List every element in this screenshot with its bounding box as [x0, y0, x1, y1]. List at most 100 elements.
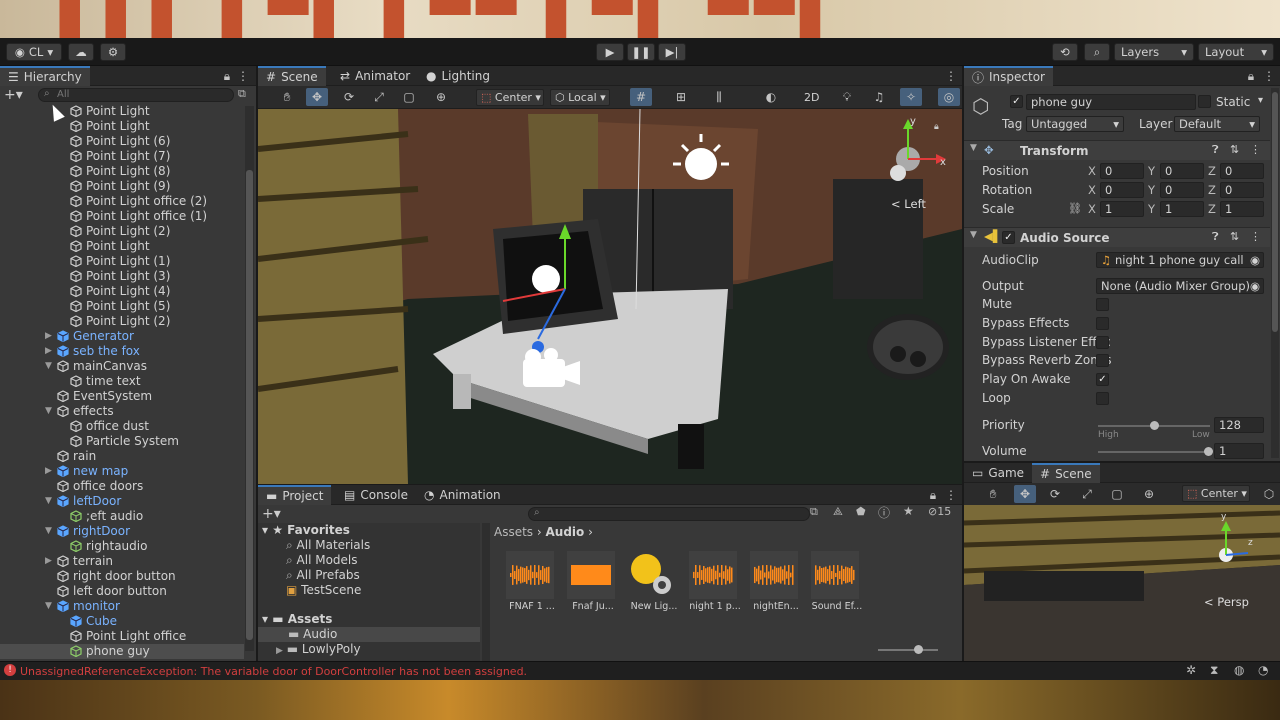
audio-enabled-checkbox[interactable]: ✓ — [1002, 231, 1015, 244]
hierarchy-item[interactable]: rightaudio — [0, 539, 244, 554]
asset-item[interactable]: night 1 p... — [685, 551, 743, 621]
tab-inspector[interactable]: ⓘ Inspector — [964, 66, 1053, 86]
transform-header[interactable]: ▼ ✥ Transform ❓︎ ⇅ ⋮ — [964, 140, 1270, 160]
hierarchy-item[interactable]: Point Light office (2) — [0, 194, 244, 209]
effects-toggle-icon[interactable]: ✧ — [900, 88, 922, 106]
grid-snap-icon[interactable]: # — [630, 88, 652, 106]
hierarchy-item[interactable]: Point Light (3) — [0, 269, 244, 284]
game-viewport[interactable]: y z — [964, 505, 1280, 661]
pause-button[interactable]: ❚❚ — [627, 43, 655, 61]
toggle-2d-button[interactable]: 2D — [804, 91, 819, 104]
favorite-item[interactable]: ⌕ All Materials — [286, 538, 370, 553]
inspector-scrollbar[interactable] — [1271, 88, 1279, 458]
tab-scene-secondary[interactable]: # Scene — [1032, 463, 1100, 483]
icon-size-slider[interactable] — [878, 645, 938, 654]
chevron-down-icon[interactable]: ▼ — [45, 524, 55, 539]
visibility-toggle-icon[interactable]: ◎ — [938, 88, 960, 106]
collab-button[interactable]: ⚙ — [100, 43, 126, 61]
tab-scene[interactable]: # Scene — [258, 66, 326, 86]
hierarchy-item[interactable]: rain — [0, 449, 244, 464]
tab-animator[interactable]: ⇄ Animator — [332, 66, 418, 86]
hierarchy-item[interactable]: Point Light — [0, 104, 244, 119]
toggle-checkbox[interactable] — [1096, 392, 1109, 405]
slider-thumb[interactable] — [1204, 447, 1213, 456]
gameobject-name-input[interactable]: phone guy — [1026, 94, 1196, 110]
asset-item[interactable]: nightEn... — [746, 551, 804, 621]
transform-y-field[interactable]: 0 — [1160, 182, 1204, 198]
toggle-checkbox[interactable] — [1096, 298, 1109, 311]
asset-item[interactable]: FNAF 1 ... — [502, 551, 560, 621]
folder-lowlypoly[interactable]: ▶ ▬ LowlyPoly — [258, 642, 480, 657]
pivot-center-dropdown[interactable]: ⬚ Center ▾ — [476, 89, 544, 106]
hierarchy-item[interactable]: ▶ seb the fox — [0, 344, 244, 359]
bug-icon[interactable]: ✲ — [1186, 663, 1196, 677]
breadcrumb-audio[interactable]: Audio — [546, 525, 585, 539]
transform-z-field[interactable]: 0 — [1220, 163, 1264, 179]
hierarchy-item[interactable]: ▼ leftDoor — [0, 494, 244, 509]
kebab-menu-icon[interactable]: ⋮ — [1250, 230, 1261, 243]
scene-viewport[interactable]: y x — [258, 109, 962, 484]
rotate-tool-icon[interactable]: ⟳ — [1044, 485, 1066, 503]
active-checkbox[interactable]: ✓ — [1010, 95, 1023, 108]
help-icon[interactable]: ❓︎ — [1212, 143, 1219, 157]
toggle-checkbox[interactable] — [1096, 354, 1109, 368]
notification-icon[interactable]: ◔ — [1258, 663, 1268, 677]
audio-toggle-icon[interactable]: ♫ — [868, 88, 890, 106]
tab-animation[interactable]: ◔ Animation — [416, 485, 509, 505]
layout-dropdown[interactable]: Layout ▾ — [1198, 43, 1274, 61]
add-object-button[interactable]: +▾ — [4, 87, 24, 103]
search-by-type-icon[interactable]: ⧉ — [810, 505, 818, 519]
hierarchy-item[interactable]: ▼ rightDoor — [0, 524, 244, 539]
space-local-dropdown[interactable]: ⬡ Local ▾ — [550, 89, 610, 106]
hierarchy-item[interactable]: office dust — [0, 419, 244, 434]
chevron-right-icon[interactable]: ▶ — [45, 464, 55, 479]
volume-slider[interactable] — [1098, 447, 1213, 456]
object-picker-icon[interactable]: ◉ — [1250, 253, 1260, 267]
create-asset-button[interactable]: +▾ — [262, 506, 281, 522]
favorite-item[interactable]: ⌕ All Prefabs — [286, 568, 360, 583]
lock-icon[interactable]: 🔒︎ — [926, 488, 940, 502]
search-by-label-icon[interactable]: ⟁ — [833, 505, 843, 519]
scene-options-icon[interactable]: ⧉ — [238, 87, 252, 101]
project-tree-scrollbar[interactable] — [482, 523, 490, 661]
hierarchy-item[interactable]: Point Light (1) — [0, 254, 244, 269]
hierarchy-item[interactable]: ▶ terrain — [0, 554, 244, 569]
hierarchy-item[interactable]: ▼ effects — [0, 404, 244, 419]
history-button[interactable]: ⟲ — [1052, 43, 1078, 61]
move-tool-icon[interactable]: ✥ — [1014, 485, 1036, 503]
priority-slider[interactable] — [1098, 421, 1210, 430]
tab-lighting[interactable]: ● Lighting — [418, 66, 498, 86]
hierarchy-item[interactable]: Point Light (6) — [0, 134, 244, 149]
chevron-right-icon[interactable]: ▶ — [45, 554, 55, 569]
kebab-menu-icon[interactable]: ⋮ — [1250, 143, 1261, 156]
transform-y-field[interactable]: 0 — [1160, 163, 1204, 179]
transform-z-field[interactable]: 0 — [1220, 182, 1264, 198]
search-button[interactable]: ⌕ — [1084, 43, 1110, 61]
hierarchy-item[interactable]: ▶ Generator — [0, 329, 244, 344]
move-tool-icon[interactable]: ✥ — [306, 88, 328, 106]
hierarchy-item[interactable]: EventSystem — [0, 389, 244, 404]
asset-item[interactable]: New Lig... — [624, 551, 682, 621]
kebab-menu-icon[interactable]: ⋮ — [944, 488, 958, 502]
hierarchy-item[interactable]: ;eft audio — [0, 509, 244, 524]
lighting-toggle-icon[interactable]: 💡︎ — [836, 88, 858, 106]
preset-icon[interactable]: ⇅ — [1230, 230, 1239, 243]
hierarchy-item[interactable]: Point Light (9) — [0, 179, 244, 194]
layer-dropdown[interactable]: Default ▾ — [1174, 116, 1260, 132]
chevron-down-icon[interactable]: ▼ — [45, 599, 55, 614]
folder-audio[interactable]: ▬ Audio — [258, 627, 480, 642]
hierarchy-scrollbar[interactable] — [245, 106, 254, 651]
error-message[interactable]: UnassignedReferenceException: The variab… — [20, 665, 527, 678]
hierarchy-item[interactable]: ▼ monitor — [0, 599, 244, 614]
kebab-menu-icon[interactable]: ⋮ — [236, 69, 250, 83]
hierarchy-item[interactable]: Point Light office (1) — [0, 209, 244, 224]
tab-console[interactable]: ▤ Console — [336, 485, 416, 505]
chevron-down-icon[interactable]: ▼ — [45, 494, 55, 509]
asset-item[interactable]: Fnaf Ju... — [563, 551, 621, 621]
progress-icon[interactable]: ⧗ — [1210, 663, 1218, 678]
hand-tool-icon[interactable]: ✋︎ — [982, 485, 1004, 503]
toggle-checkbox[interactable]: ✓ — [1096, 373, 1109, 387]
transform-tool-icon[interactable]: ⊕ — [430, 88, 452, 106]
assets-header[interactable]: ▾ ▬ Assets — [262, 612, 332, 627]
hierarchy-item[interactable]: Point Light office — [0, 629, 244, 644]
